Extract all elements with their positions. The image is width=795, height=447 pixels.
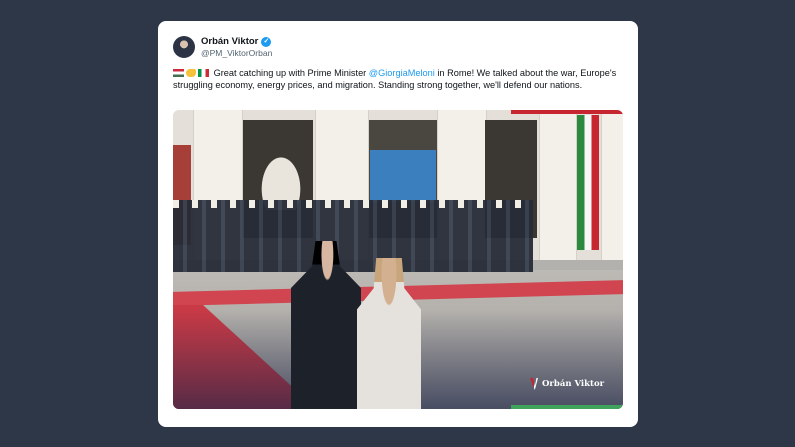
photo-watermark: Orbán Viktor xyxy=(530,378,604,390)
display-name[interactable]: Orbán Viktor xyxy=(201,36,258,47)
hungary-flag-icon xyxy=(173,69,184,77)
photo-marching-band xyxy=(173,200,533,272)
watermark-logo-icon xyxy=(530,378,538,390)
tweet-photo[interactable]: Orbán Viktor xyxy=(173,110,623,409)
handshake-icon xyxy=(186,69,196,77)
photo-column xyxy=(539,110,577,260)
italy-flag-icon xyxy=(198,69,209,77)
photo-column xyxy=(601,110,623,260)
photo-italian-flag xyxy=(577,115,599,250)
photo-green-stripe xyxy=(511,405,623,409)
avatar[interactable] xyxy=(173,36,195,58)
user-handle[interactable]: @PM_ViktorOrban xyxy=(201,48,272,58)
photo-band-caps xyxy=(173,200,533,208)
photo-blue-panel xyxy=(370,150,436,202)
tweet-text-start: Great catching up with Prime Minister xyxy=(213,68,369,78)
mention-link[interactable]: @GiorgiaMeloni xyxy=(369,68,435,78)
verified-badge-icon: ✓ xyxy=(261,36,272,47)
photo-red-stripe xyxy=(511,110,623,114)
watermark-text: Orbán Viktor xyxy=(542,379,605,389)
tweet-text: Great catching up with Prime Minister @G… xyxy=(173,68,623,91)
author-row: Orbán Viktor ✓ xyxy=(201,36,272,47)
tweet-card: Orbán Viktor ✓ @PM_ViktorOrban Great cat… xyxy=(158,21,638,427)
